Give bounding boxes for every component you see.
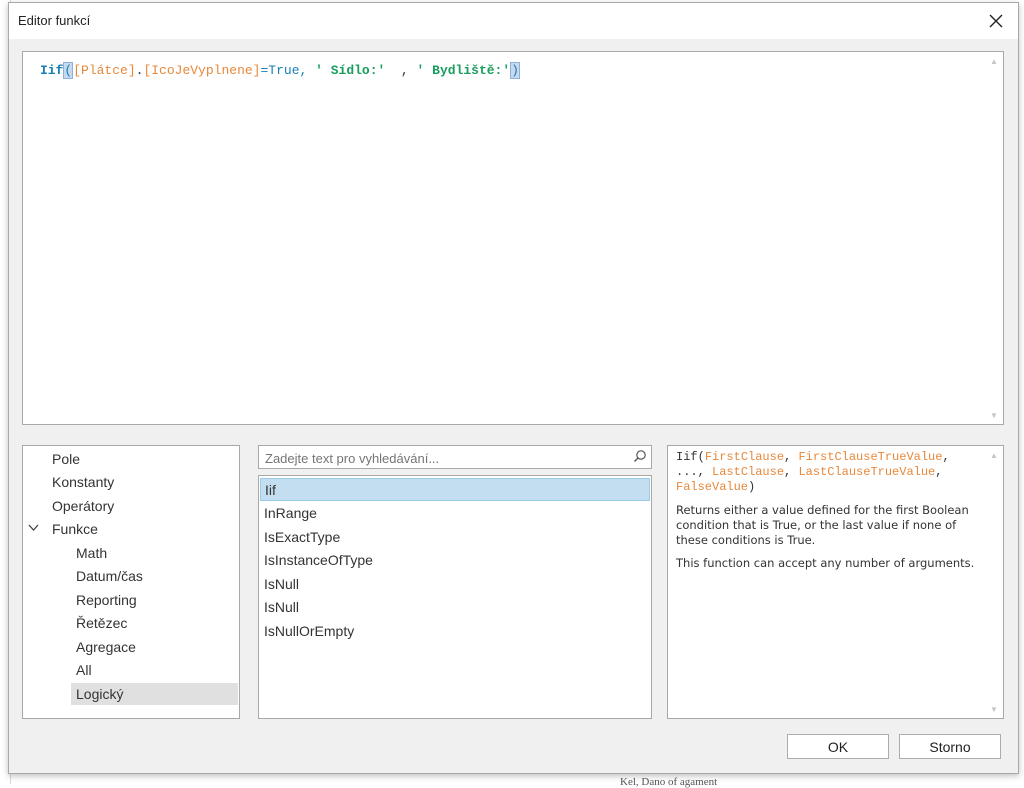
title-bar: Editor funkcí [9,3,1018,39]
search-icon[interactable] [633,449,647,466]
cancel-button[interactable]: Storno [899,734,1001,759]
tree-item-operatory[interactable]: Operátory [47,495,114,517]
function-item-iif[interactable]: Iif [260,478,650,501]
expression-text[interactable]: Iif([Plátce].[IcoJeVyplnene]=True, ' Síd… [40,62,520,79]
editor-scrollbar[interactable]: ▲ ▼ [986,53,1002,423]
scroll-up-icon[interactable]: ▲ [986,447,1002,463]
tree-item-datum-cas[interactable]: Datum/čas [71,565,143,587]
tree-item-logicky[interactable]: Logický [71,683,238,705]
description-text: Iif(FirstClause, FirstClauseTrueValue,..… [676,450,976,579]
function-item-isnull[interactable]: IsNull [260,573,650,596]
description-scrollbar[interactable]: ▲ ▼ [986,447,1002,717]
function-description: Iif(FirstClause, FirstClauseTrueValue,..… [667,445,1004,719]
search-input[interactable] [263,449,627,467]
expr-field-platce: [Plátce] [73,63,136,78]
tree-item-reporting[interactable]: Reporting [71,589,137,611]
expr-string-sidlo: ' Sídlo:' [315,63,386,78]
expr-separator: , [385,63,409,78]
expr-open-paren: ( [63,62,74,79]
scroll-up-icon[interactable]: ▲ [986,53,1002,69]
expr-condition-rest: =True, [260,63,308,78]
ok-button[interactable]: OK [787,734,889,759]
description-paragraph-1: Returns either a value defined for the f… [676,503,969,547]
tree-item-konstanty[interactable]: Konstanty [47,471,114,493]
function-editor-dialog: Editor funkcí Iif([Plátce].[IcoJeVyplnen… [8,2,1019,774]
expr-field-ico: [IcoJeVyplnene] [143,63,261,78]
close-icon [989,14,1003,28]
function-item-isinstanceoftype[interactable]: IsInstanceOfType [260,549,650,572]
background-text: Kel, Dano of agament [620,776,718,788]
function-item-isnullorempty[interactable]: IsNullOrEmpty [260,620,650,643]
category-tree: Pole Konstanty Operátory Funkce Math Dat… [22,445,240,719]
dialog-title: Editor funkcí [18,13,91,28]
tree-item-pole[interactable]: Pole [47,448,80,470]
expr-close-paren: ) [510,62,520,79]
scroll-down-icon[interactable]: ▼ [986,701,1002,717]
expr-function: Iif [40,63,64,78]
function-list: Iif InRange IsExactType IsInstanceOfType… [258,475,652,719]
search-box [258,445,652,469]
tree-item-all[interactable]: All [71,659,92,681]
expression-editor[interactable]: Iif([Plátce].[IcoJeVyplnene]=True, ' Síd… [22,51,1004,425]
close-button[interactable] [984,9,1008,33]
scroll-down-icon[interactable]: ▼ [986,407,1002,423]
tree-item-retezec[interactable]: Řetězec [71,612,127,634]
function-signature: Iif(FirstClause, FirstClauseTrueValue,..… [676,450,950,494]
function-item-isexacttype[interactable]: IsExactType [260,526,650,549]
tree-item-funkce[interactable]: Funkce [47,518,98,540]
description-paragraph-2: This function can accept any number of a… [676,556,975,570]
tree-item-math[interactable]: Math [71,542,107,564]
function-item-inrange[interactable]: InRange [260,502,650,525]
function-item-isnull-2[interactable]: IsNull [260,596,650,619]
chevron-down-icon[interactable] [28,523,39,535]
expr-string-bydliste: ' Bydliště:' [416,63,511,78]
tree-item-agregace[interactable]: Agregace [71,636,136,658]
